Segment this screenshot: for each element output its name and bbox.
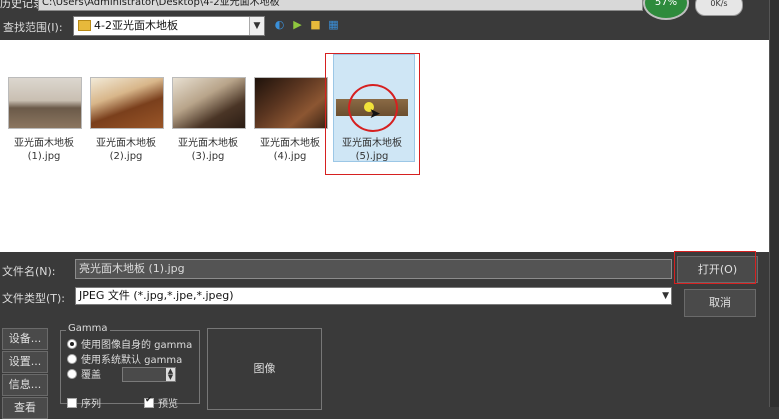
file-name-line1: 亚光面木地板	[260, 138, 320, 149]
file-list[interactable]: 亚光面木地板 (1).jpg 亚光面木地板 (2).jpg 亚光面木地板 (3)…	[0, 40, 779, 252]
new-folder-icon[interactable]: ■	[308, 18, 323, 32]
file-caption: 亚光面木地板 (2).jpg	[90, 137, 162, 163]
mouse-pointer-icon: ➤	[369, 106, 381, 122]
lookin-label: 查找范围(I):	[3, 21, 63, 34]
file-caption: 亚光面木地板 (4).jpg	[254, 137, 326, 163]
gamma-own-radio[interactable]	[67, 339, 77, 349]
view-menu-icon[interactable]: ▦	[326, 18, 341, 32]
filetype-label: 文件类型(T):	[2, 292, 66, 305]
history-path-combo[interactable]: C:\Users\Administrator\Desktop\4-2亚光面木地板	[38, 0, 643, 11]
devices-button[interactable]: 设备...	[2, 328, 48, 350]
gamma-override-label: 覆盖	[81, 370, 101, 381]
filetype-select[interactable]: JPEG 文件 (*.jpg,*.jpe,*.jpeg) ▼	[75, 287, 672, 305]
lookin-combo[interactable]: 4-2亚光面木地板 ▼	[73, 16, 265, 36]
cancel-button[interactable]: 取消	[684, 289, 756, 317]
file-name-line2: (4).jpg	[273, 151, 307, 162]
setup-button[interactable]: 设置...	[2, 351, 48, 373]
gamma-override-spinner[interactable]: ▲ ▼	[122, 367, 176, 382]
filename-label: 文件名(N):	[2, 265, 56, 278]
file-name-line1: 亚光面木地板	[14, 138, 74, 149]
thumbnail-room-image	[8, 77, 82, 129]
up-folder-icon[interactable]: ▶	[290, 18, 305, 32]
lookin-value: 4-2亚光面木地板	[94, 19, 178, 32]
gamma-system-radio[interactable]	[67, 354, 77, 364]
gamma-override-radio[interactable]	[67, 369, 77, 379]
thumbnail-floor-closeup-image	[172, 77, 246, 129]
network-speed-badge: 0K/s	[695, 0, 743, 16]
sequence-label: 序列	[81, 399, 101, 410]
back-icon[interactable]: ◐	[272, 18, 287, 32]
gamma-system-label: 使用系统默认 gamma	[81, 355, 183, 366]
filetype-value: JPEG 文件 (*.jpg,*.jpe,*.jpeg)	[79, 289, 234, 302]
spinner-arrows-icon[interactable]: ▲ ▼	[166, 368, 175, 381]
chevron-down-icon[interactable]: ▼	[249, 17, 264, 35]
cpu-usage-badge: 57%	[643, 0, 689, 20]
chevron-down-icon[interactable]: ▼	[662, 288, 669, 304]
file-name-line2: (1).jpg	[27, 151, 61, 162]
thumbnail-dining-image	[90, 77, 164, 129]
file-name-line1: 亚光面木地板	[178, 138, 238, 149]
gamma-title: Gamma	[66, 323, 110, 334]
folder-icon	[78, 20, 91, 31]
info-button[interactable]: 信息...	[2, 374, 48, 396]
image-button[interactable]: 图像	[207, 328, 322, 410]
filename-input[interactable]: 亮光面木地板 (1).jpg	[75, 259, 672, 279]
file-name-line1: 亚光面木地板	[96, 138, 156, 149]
file-caption: 亚光面木地板 (3).jpg	[172, 137, 244, 163]
preview-label: 预览	[158, 399, 178, 410]
window-right-edge	[769, 0, 779, 407]
file-caption: 亚光面木地板 (1).jpg	[8, 137, 80, 163]
file-name-line2: (2).jpg	[109, 151, 143, 162]
file-name-line2: (3).jpg	[191, 151, 225, 162]
gamma-own-label: 使用图像自身的 gamma	[81, 340, 193, 351]
open-button-annotation-box	[674, 251, 756, 284]
thumbnail-wood-texture-image	[254, 77, 328, 129]
view-button[interactable]: 查看	[2, 397, 48, 419]
